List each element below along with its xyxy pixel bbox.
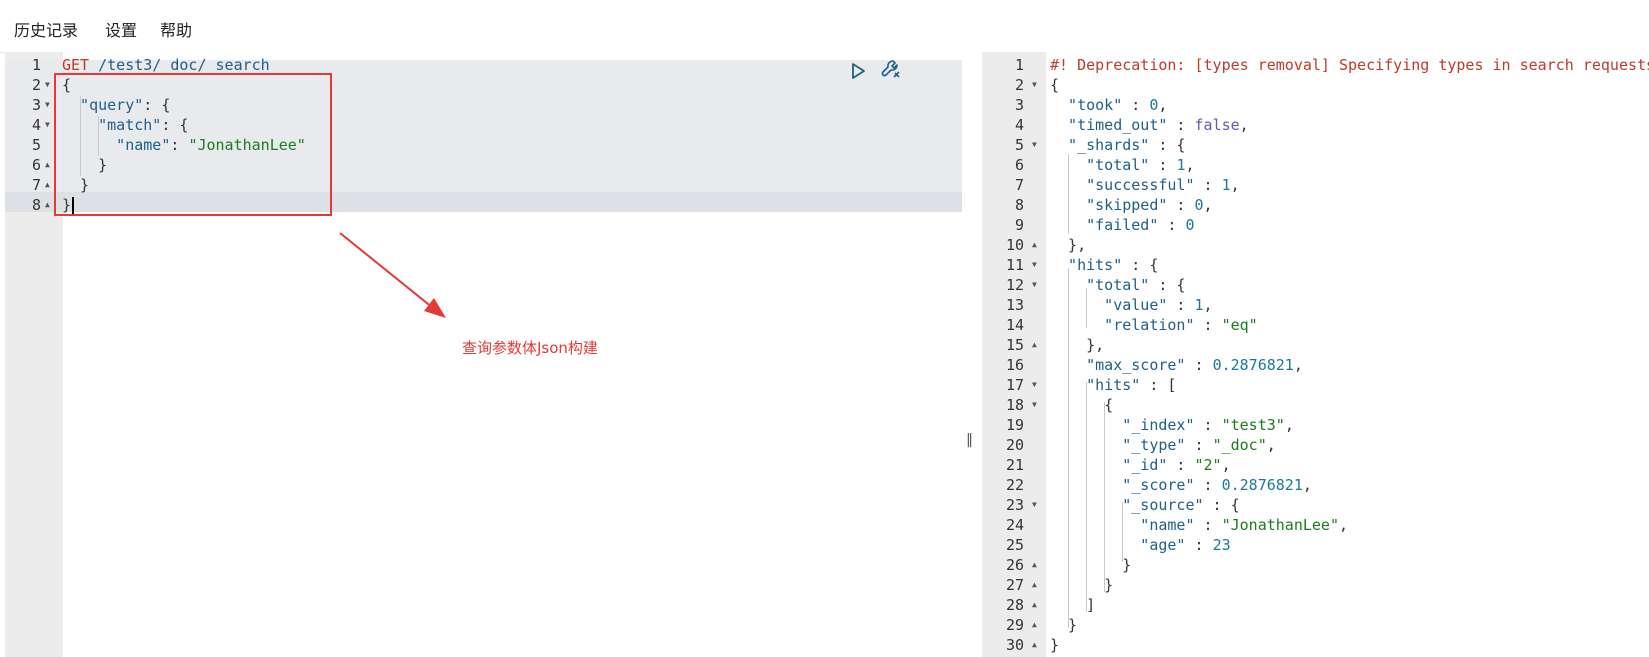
annotation-arrow-icon: [339, 232, 446, 318]
annotation-label: 查询参数体Json构建: [462, 339, 598, 357]
